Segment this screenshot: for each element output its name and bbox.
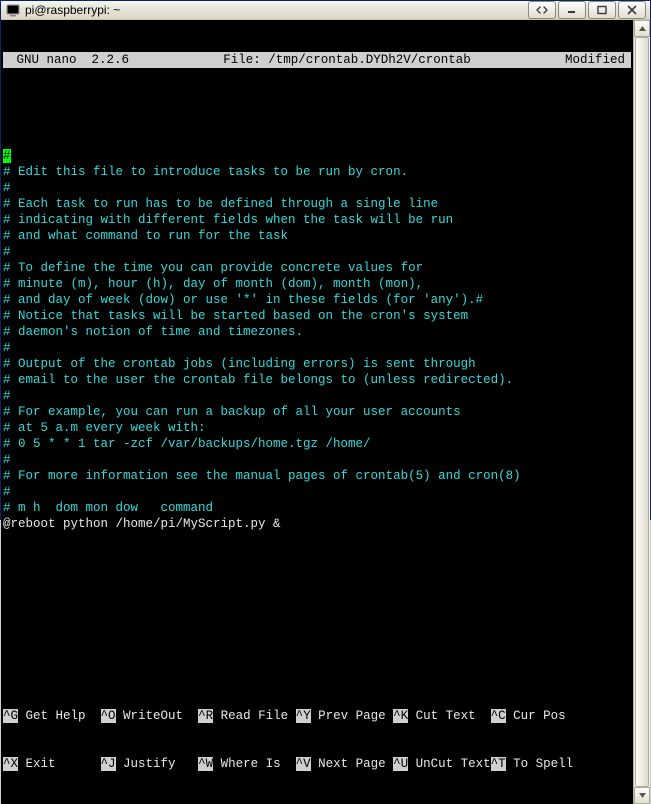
shortcut-label: Next Page <box>311 757 394 771</box>
terminal-content[interactable]: GNU nano 2.2.6 File: /tmp/crontab.DYDh2V… <box>1 20 633 804</box>
shortcut-key: ^G <box>3 709 18 723</box>
shortcut-row-1: ^G Get Help ^O WriteOut ^R Read File ^Y … <box>3 708 631 724</box>
editor-line[interactable]: # <box>3 452 631 468</box>
shortcut-key: ^K <box>393 709 408 723</box>
terminal: GNU nano 2.2.6 File: /tmp/crontab.DYDh2V… <box>1 20 650 804</box>
maximize-button[interactable] <box>588 1 616 19</box>
scroll-up-button[interactable] <box>634 20 650 37</box>
app-window: pi@raspberrypi: ~ GNU nano 2.2.6 File: /… <box>0 0 651 520</box>
shortcut-label: Get Help <box>18 709 101 723</box>
window-title: pi@raspberrypi: ~ <box>25 3 528 17</box>
shortcut-key: ^X <box>3 757 18 771</box>
editor-line[interactable]: # <box>3 340 631 356</box>
shortcut-label: UnCut Text <box>408 757 491 771</box>
shortcut-key: ^U <box>393 757 408 771</box>
nano-file-path: /tmp/crontab.DYDh2V/crontab <box>268 53 471 67</box>
editor-line[interactable]: # 0 5 * * 1 tar -zcf /var/backups/home.t… <box>3 436 631 452</box>
shortcut-row-2: ^X Exit ^J Justify ^W Where Is ^V Next P… <box>3 756 631 772</box>
editor-line[interactable]: # <box>3 180 631 196</box>
editor-line[interactable]: # and day of week (dow) or use '*' in th… <box>3 292 631 308</box>
shortcut-label: Prev Page <box>311 709 394 723</box>
editor-line[interactable]: # m h dom mon dow command <box>3 500 631 516</box>
nano-status: Modified <box>565 52 631 68</box>
shortcut-key: ^C <box>491 709 506 723</box>
editor-line[interactable]: # at 5 a.m every week with: <box>3 420 631 436</box>
cursor: # <box>3 149 11 163</box>
nano-file-label: File: <box>223 53 261 67</box>
vertical-scrollbar[interactable] <box>633 20 650 804</box>
expand-button[interactable] <box>528 1 556 19</box>
editor-line[interactable]: # <box>3 244 631 260</box>
shortcut-label: To Spell <box>506 757 589 771</box>
shortcut-key: ^J <box>101 757 116 771</box>
shortcut-key: ^R <box>198 709 213 723</box>
app-icon <box>5 2 21 18</box>
minimize-button[interactable] <box>558 1 586 19</box>
editor-line[interactable]: # Notice that tasks will be started base… <box>3 308 631 324</box>
shortcut-key: ^V <box>296 757 311 771</box>
shortcut-key: ^Y <box>296 709 311 723</box>
editor-line[interactable]: # and what command to run for the task <box>3 228 631 244</box>
window-controls <box>528 1 646 19</box>
editor-line[interactable]: # <box>3 148 631 164</box>
editor-line[interactable]: # For example, you can run a backup of a… <box>3 404 631 420</box>
editor-line[interactable]: # <box>3 484 631 500</box>
editor-body[interactable]: ## Edit this file to introduce tasks to … <box>3 148 631 532</box>
shortcut-label: Where Is <box>213 757 296 771</box>
editor-line[interactable]: # For more information see the manual pa… <box>3 468 631 484</box>
editor-line[interactable]: # daemon's notion of time and timezones. <box>3 324 631 340</box>
nano-version: 2.2.6 <box>92 53 130 67</box>
editor-line[interactable]: # email to the user the crontab file bel… <box>3 372 631 388</box>
editor-line[interactable]: # minute (m), hour (h), day of month (do… <box>3 276 631 292</box>
close-button[interactable] <box>618 1 646 19</box>
shortcut-label: Justify <box>116 757 199 771</box>
shortcut-label: Exit <box>18 757 101 771</box>
editor-line[interactable]: @reboot python /home/pi/MyScript.py & <box>3 516 631 532</box>
shortcut-key: ^T <box>491 757 506 771</box>
shortcut-label: Cur Pos <box>506 709 589 723</box>
editor-line[interactable]: # Each task to run has to be defined thr… <box>3 196 631 212</box>
shortcut-label: Read File <box>213 709 296 723</box>
editor-line[interactable]: # indicating with different fields when … <box>3 212 631 228</box>
editor-line[interactable]: # <box>3 388 631 404</box>
nano-app: GNU nano <box>17 53 77 67</box>
titlebar[interactable]: pi@raspberrypi: ~ <box>1 1 650 20</box>
editor-line[interactable]: # To define the time you can provide con… <box>3 260 631 276</box>
scroll-thumb[interactable] <box>635 37 649 787</box>
editor-line[interactable]: # Output of the crontab jobs (including … <box>3 356 631 372</box>
shortcut-label: WriteOut <box>116 709 199 723</box>
nano-header: GNU nano 2.2.6 File: /tmp/crontab.DYDh2V… <box>3 52 631 68</box>
shortcut-key: ^W <box>198 757 213 771</box>
scroll-track[interactable] <box>634 37 650 787</box>
shortcut-key: ^O <box>101 709 116 723</box>
editor-line[interactable]: # Edit this file to introduce tasks to b… <box>3 164 631 180</box>
shortcut-label: Cut Text <box>408 709 491 723</box>
scroll-down-button[interactable] <box>634 787 650 804</box>
